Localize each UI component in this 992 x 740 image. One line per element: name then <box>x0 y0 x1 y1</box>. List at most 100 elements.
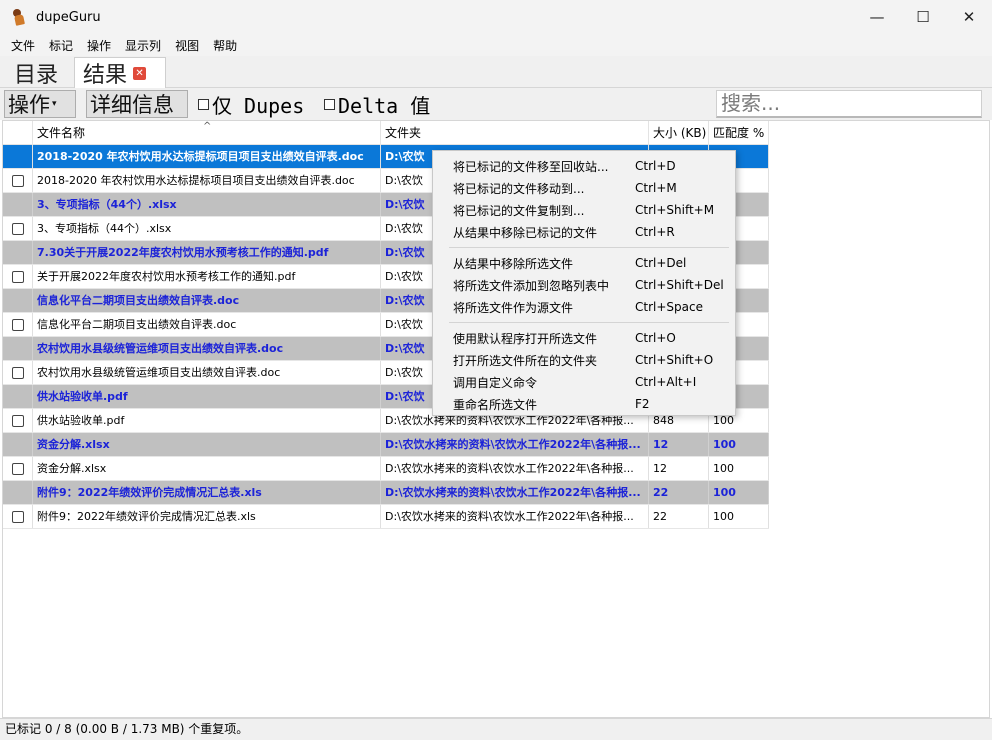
context-menu-item[interactable]: 重命名所选文件 F2 <box>433 393 735 415</box>
context-menu-item-label: 打开所选文件所在的文件夹 <box>453 353 598 368</box>
folder-cell: D:\农饮水拷来的资料\农饮水工作2022年\各种报... <box>381 457 649 480</box>
menu-actions[interactable]: 操作 <box>80 37 118 54</box>
row-check-cell[interactable] <box>3 313 33 336</box>
tab-bar: 目录 结果 ✕ <box>0 56 992 88</box>
row-check-cell <box>3 433 33 456</box>
context-menu-item-shortcut: Ctrl+Shift+O <box>635 353 714 367</box>
filename-cell: 信息化平台二期项目支出绩效自评表.doc <box>33 289 381 312</box>
tab-results-label: 结果 <box>83 63 128 88</box>
column-header-folder[interactable]: 文件夹 <box>381 121 649 145</box>
column-header-check[interactable] <box>3 121 33 145</box>
context-menu-item-shortcut: Ctrl+Del <box>635 256 687 270</box>
row-check-cell <box>3 193 33 216</box>
folder-cell: D:\农饮水拷来的资料\农饮水工作2022年\各种报... <box>381 481 649 504</box>
title-bar: dupeGuru — ☐ ✕ <box>0 0 992 34</box>
dupes-only-checkbox[interactable]: 仅 Dupes <box>198 92 304 118</box>
minimize-button[interactable]: — <box>854 0 900 34</box>
filename-cell: 3、专项指标（44个）.xlsx <box>33 217 381 240</box>
context-menu-item-shortcut: Ctrl+Alt+I <box>635 375 697 389</box>
duplicate-row[interactable]: 资金分解.xlsx D:\农饮水拷来的资料\农饮水工作2022年\各种报... 12… <box>3 457 769 481</box>
maximize-button[interactable]: ☐ <box>900 0 946 34</box>
row-check-cell <box>3 385 33 408</box>
table-header: 文件名称 ^ 文件夹 大小 (KB) 匹配度 % <box>3 121 769 145</box>
filename-cell: 7.30关于开展2022年度农村饮用水预考核工作的通知.pdf <box>33 241 381 264</box>
menu-view[interactable]: 视图 <box>168 37 206 54</box>
tab-results[interactable]: 结果 ✕ <box>74 57 166 88</box>
context-menu-item-label: 从结果中移除已标记的文件 <box>453 225 598 240</box>
dupeguru-logo-icon <box>10 8 28 26</box>
reference-row[interactable]: 资金分解.xlsx D:\农饮水拷来的资料\农饮水工作2022年\各种报... 12… <box>3 433 769 457</box>
context-menu-item[interactable]: 将所选文件作为源文件 Ctrl+Space <box>433 296 735 318</box>
duplicate-row[interactable]: 附件9：2022年绩效评价完成情况汇总表.xls D:\农饮水拷来的资料\农饮水工… <box>3 505 769 529</box>
row-checkbox[interactable] <box>11 462 24 475</box>
context-menu-item[interactable]: 将所选文件添加到忽略列表中 Ctrl+Shift+Del <box>433 274 735 296</box>
search-input[interactable]: 搜索... <box>716 90 982 118</box>
context-menu-item[interactable]: 将已标记的文件移至回收站... Ctrl+D <box>433 155 735 177</box>
row-checkbox[interactable] <box>11 366 24 379</box>
match-cell: 100 <box>709 457 769 480</box>
tab-close-icon[interactable]: ✕ <box>133 66 147 80</box>
context-menu-item[interactable]: 从结果中移除已标记的文件 Ctrl+R <box>433 221 735 243</box>
size-cell: 12 <box>649 433 709 456</box>
filename-cell: 资金分解.xlsx <box>33 433 381 456</box>
context-menu-item[interactable]: 将已标记的文件复制到... Ctrl+Shift+M <box>433 199 735 221</box>
context-menu-item[interactable]: 将已标记的文件移动到... Ctrl+M <box>433 177 735 199</box>
row-check-cell[interactable] <box>3 361 33 384</box>
row-check-cell[interactable] <box>3 217 33 240</box>
details-button[interactable]: 详细信息 <box>86 90 188 118</box>
size-cell: 22 <box>649 505 709 528</box>
menu-help[interactable]: 帮助 <box>206 37 244 54</box>
row-checkbox[interactable] <box>11 318 24 331</box>
context-menu-item-shortcut: Ctrl+Shift+M <box>635 203 715 217</box>
actions-dropdown-button[interactable]: 操作 ▾ <box>4 90 76 118</box>
column-header-filename[interactable]: 文件名称 ^ <box>33 121 381 145</box>
row-check-cell[interactable] <box>3 457 33 480</box>
row-check-cell <box>3 241 33 264</box>
checkbox-icon <box>198 98 209 110</box>
folder-cell: D:\农饮水拷来的资料\农饮水工作2022年\各种报... <box>381 505 649 528</box>
menu-bar: 文件 标记 操作 显示列 视图 帮助 <box>0 34 992 56</box>
context-menu-item-shortcut: Ctrl+M <box>635 181 677 195</box>
delta-values-label: Delta 值 <box>338 93 431 118</box>
row-checkbox[interactable] <box>11 270 24 283</box>
menu-file[interactable]: 文件 <box>4 37 42 54</box>
row-checkbox[interactable] <box>11 510 24 523</box>
context-menu-item-shortcut: F2 <box>635 397 650 411</box>
chevron-down-icon: ▾ <box>52 99 57 109</box>
context-menu-item-shortcut: Ctrl+D <box>635 159 676 173</box>
row-check-cell[interactable] <box>3 409 33 432</box>
close-window-button[interactable]: ✕ <box>946 0 992 34</box>
context-menu-item[interactable]: 从结果中移除所选文件 Ctrl+Del <box>433 252 735 274</box>
tab-directories[interactable]: 目录 <box>6 57 70 88</box>
context-menu-item[interactable]: 使用默认程序打开所选文件 Ctrl+O <box>433 327 735 349</box>
menu-separator <box>449 322 729 323</box>
context-menu-item-label: 将已标记的文件移至回收站... <box>453 159 609 174</box>
menu-columns[interactable]: 显示列 <box>118 37 168 54</box>
checkbox-icon <box>324 98 335 110</box>
delta-values-checkbox[interactable]: Delta 值 <box>324 92 431 118</box>
row-check-cell <box>3 337 33 360</box>
row-checkbox[interactable] <box>11 222 24 235</box>
column-header-match[interactable]: 匹配度 % <box>709 121 769 145</box>
filename-cell: 2018-2020 年农村饮用水达标提标项目项目支出绩效自评表.doc <box>33 145 381 168</box>
row-checkbox[interactable] <box>11 174 24 187</box>
row-check-cell[interactable] <box>3 169 33 192</box>
context-menu-item-shortcut: Ctrl+R <box>635 225 675 239</box>
menu-mark[interactable]: 标记 <box>42 37 80 54</box>
context-menu-item-label: 将所选文件添加到忽略列表中 <box>453 278 610 293</box>
row-check-cell[interactable] <box>3 265 33 288</box>
context-menu-item[interactable]: 打开所选文件所在的文件夹 Ctrl+Shift+O <box>433 349 735 371</box>
status-text: 已标记 0 / 8 (0.00 B / 1.73 MB) 个重复项。 <box>5 722 249 736</box>
filename-cell: 供水站验收单.pdf <box>33 409 381 432</box>
size-cell: 22 <box>649 481 709 504</box>
context-menu-item[interactable]: 调用自定义命令 Ctrl+Alt+I <box>433 371 735 393</box>
window-title: dupeGuru <box>36 9 101 25</box>
match-cell: 100 <box>709 433 769 456</box>
filename-cell: 农村饮用水县级统管运维项目支出绩效自评表.doc <box>33 337 381 360</box>
reference-row[interactable]: 附件9：2022年绩效评价完成情况汇总表.xls D:\农饮水拷来的资料\农饮水工… <box>3 481 769 505</box>
results-toolbar: 操作 ▾ 详细信息 仅 Dupes Delta 值 搜索... <box>0 88 992 120</box>
row-check-cell[interactable] <box>3 505 33 528</box>
context-menu-item-label: 将已标记的文件复制到... <box>453 203 585 218</box>
row-checkbox[interactable] <box>11 414 24 427</box>
column-header-size[interactable]: 大小 (KB) <box>649 121 709 145</box>
